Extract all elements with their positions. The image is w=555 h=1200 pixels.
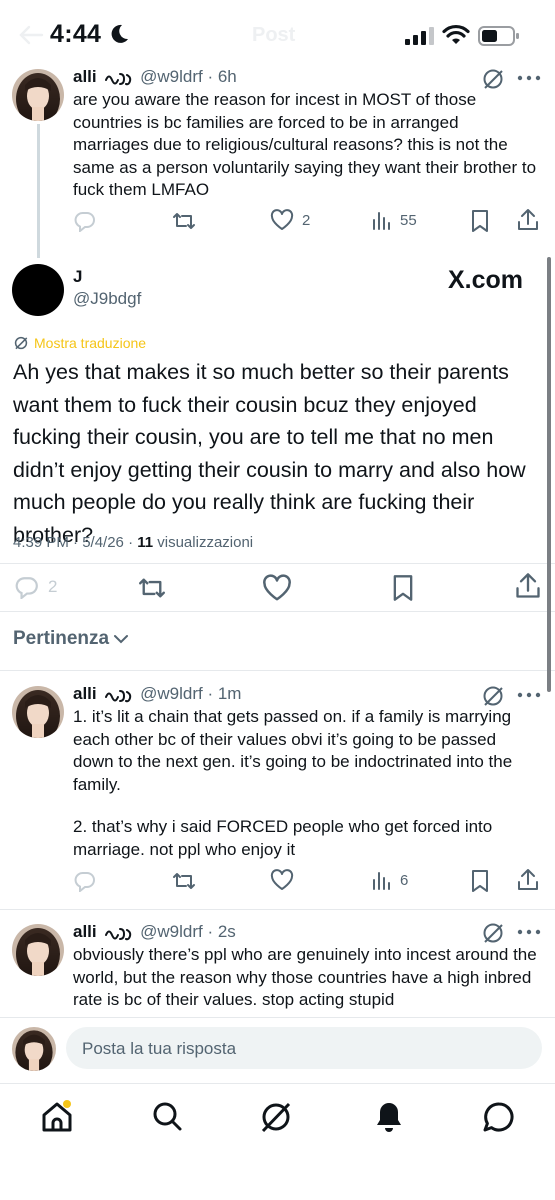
name-emoji-icon	[105, 72, 132, 85]
views-icon	[373, 212, 390, 230]
views-button[interactable]: 6	[372, 870, 408, 890]
avatar[interactable]	[12, 686, 64, 738]
grok-icon[interactable]	[482, 68, 504, 90]
views-count: 6	[400, 871, 409, 889]
tweet-text: 1. it’s lit a chain that gets passed on.…	[73, 707, 513, 794]
author-handle[interactable]: @w9ldrf	[140, 922, 203, 941]
author-name[interactable]: J	[73, 267, 82, 287]
bookmark-icon[interactable]	[469, 209, 491, 233]
views-label: visualizzazioni	[153, 534, 254, 551]
repost-icon	[173, 213, 195, 229]
share-icon[interactable]	[516, 868, 540, 892]
tweet-time: 6h	[217, 67, 237, 86]
avatar[interactable]	[12, 924, 64, 976]
sort-dropdown[interactable]: Pertinenza	[13, 628, 129, 650]
divider	[0, 909, 555, 910]
tweet-time: 1m	[217, 684, 242, 703]
reply-icon	[74, 872, 95, 892]
author-handle[interactable]: @w9ldrf	[140, 684, 203, 703]
notification-dot	[63, 1100, 71, 1108]
bell-icon[interactable]	[373, 1100, 405, 1134]
heart-icon	[270, 869, 294, 890]
name-emoji-icon	[105, 689, 132, 702]
bottom-tab-bar	[0, 1083, 555, 1200]
thread-connector	[37, 124, 40, 258]
like-button[interactable]: 2	[270, 209, 310, 231]
scrollbar[interactable]	[547, 257, 551, 692]
tweet-meta: 4:39 PM · 5/4/26 · 11 visualizzazioni	[13, 534, 253, 551]
tweet-text: obviously there’s ppl who are genuinely …	[73, 945, 537, 1009]
tweet-text: are you aware the reason for incest in M…	[73, 90, 537, 199]
reply-count: 2	[48, 577, 58, 596]
reply-button[interactable]	[74, 870, 96, 892]
more-options-icon[interactable]	[517, 929, 541, 935]
status-bar: Post 4:44	[0, 0, 555, 72]
chevron-down-icon	[114, 635, 129, 644]
reply-input[interactable]: Posta la tua risposta	[66, 1027, 542, 1069]
views-count: 11	[137, 534, 154, 551]
back-arrow-icon[interactable]	[18, 24, 44, 46]
grok-icon[interactable]	[259, 1100, 293, 1134]
name-emoji-icon	[105, 927, 132, 940]
share-icon[interactable]	[516, 208, 540, 232]
author-handle[interactable]: @w9ldrf	[140, 67, 203, 86]
views-count: 55	[400, 211, 417, 229]
watermark: X.com	[448, 266, 524, 294]
repost-icon	[173, 873, 195, 889]
divider	[0, 563, 555, 564]
avatar[interactable]	[12, 69, 64, 121]
views-icon	[373, 872, 390, 890]
heart-icon[interactable]	[262, 574, 292, 602]
like-count: 2	[302, 211, 311, 229]
timestamp: 4:39 PM · 5/4/26 ·	[13, 534, 138, 551]
translate-label: Mostra traduzione	[34, 335, 147, 351]
search-icon[interactable]	[151, 1100, 183, 1132]
battery-icon	[478, 26, 519, 46]
sort-label: Pertinenza	[13, 628, 110, 649]
share-icon[interactable]	[514, 572, 542, 600]
avatar[interactable]	[12, 1027, 56, 1071]
tweet-text: Ah yes that makes it so much better so t…	[13, 360, 526, 547]
more-options-icon[interactable]	[517, 75, 541, 81]
bookmark-icon[interactable]	[469, 869, 491, 893]
repost-icon[interactable]	[137, 575, 167, 601]
repost-button[interactable]	[172, 210, 196, 232]
tweet-text: 2. that’s why i said FORCED people who g…	[73, 817, 493, 859]
author-name[interactable]: alli	[73, 67, 97, 86]
divider	[0, 611, 555, 612]
bookmark-icon[interactable]	[390, 574, 416, 602]
grok-icon	[14, 336, 28, 350]
clock: 4:44	[50, 20, 102, 48]
home-icon[interactable]	[40, 1100, 74, 1134]
grok-icon[interactable]	[482, 922, 504, 944]
divider	[0, 670, 555, 671]
translate-link[interactable]: Mostra traduzione	[14, 335, 146, 351]
grok-icon[interactable]	[482, 685, 504, 707]
author-name[interactable]: alli	[73, 684, 97, 703]
wifi-icon	[442, 24, 470, 44]
views-button[interactable]: 55	[372, 210, 417, 230]
reply-button[interactable]: 2	[14, 575, 57, 599]
tweet-time: 2s	[217, 922, 236, 941]
reply-button[interactable]	[74, 210, 96, 232]
heart-icon	[270, 209, 294, 230]
focus-moon-icon	[111, 24, 128, 43]
author-name[interactable]: alli	[73, 922, 97, 941]
reply-icon	[74, 212, 95, 232]
like-button[interactable]	[270, 869, 294, 891]
divider	[0, 1017, 555, 1018]
author-handle[interactable]: @J9bdgf	[73, 289, 141, 309]
messages-icon[interactable]	[482, 1100, 516, 1134]
reply-icon	[15, 577, 38, 599]
repost-button[interactable]	[172, 870, 196, 892]
more-options-icon[interactable]	[517, 692, 541, 698]
cellular-signal-icon	[405, 27, 434, 45]
reply-composer: Posta la tua risposta	[0, 1017, 555, 1083]
page-title: Post	[252, 24, 296, 46]
avatar[interactable]	[12, 264, 64, 316]
